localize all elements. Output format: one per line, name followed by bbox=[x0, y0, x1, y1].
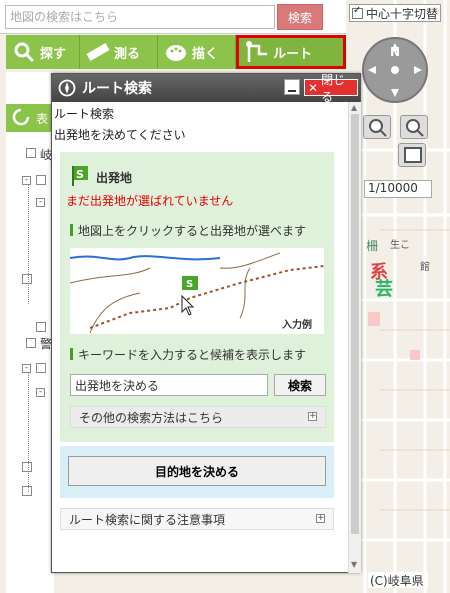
search-bar: 検索 bbox=[0, 0, 346, 34]
compass-icon bbox=[362, 37, 428, 103]
zoom-in-button[interactable] bbox=[363, 115, 391, 139]
section-marker bbox=[70, 224, 73, 236]
example-map: S 入力例 bbox=[70, 248, 324, 334]
tool-route[interactable]: ルート bbox=[236, 35, 346, 69]
layer-checkbox[interactable] bbox=[22, 462, 32, 472]
tree-line bbox=[28, 372, 29, 492]
center-cross-checkbox[interactable] bbox=[352, 5, 363, 19]
start-keyword-input[interactable] bbox=[70, 374, 268, 396]
start-warning: まだ出発地が選ばれていません bbox=[66, 194, 234, 208]
route-search-dialog: ルート検索 ✕ 閉じる ルート検索 出発地を決めてください S 出発地 まだ出発… bbox=[51, 73, 361, 573]
tool-search-label: 探す bbox=[40, 46, 67, 62]
route-notes-label: ルート検索に関する注意事項 bbox=[69, 512, 226, 527]
expand-icon: + bbox=[308, 411, 317, 421]
tool-route-label: ルート bbox=[273, 46, 313, 62]
close-icon: ✕ bbox=[308, 80, 319, 95]
zoom-out-icon bbox=[406, 119, 424, 137]
layer-checkbox[interactable] bbox=[26, 338, 36, 348]
example-label: 入力例 bbox=[282, 320, 312, 331]
zoom-in-icon bbox=[369, 119, 387, 137]
choose-destination-button[interactable]: 目的地を決める bbox=[68, 456, 326, 486]
compass-north-label: N bbox=[390, 45, 401, 59]
zoom-reset-icon bbox=[404, 147, 422, 163]
scroll-up-icon[interactable]: ▲ bbox=[351, 103, 357, 112]
collapse-icon[interactable]: - bbox=[36, 198, 45, 207]
sidebar-header-label: 表 bbox=[36, 112, 49, 126]
tool-measure[interactable]: 測る bbox=[80, 35, 158, 69]
other-search-methods[interactable]: その他の検索方法はこちら + bbox=[70, 406, 326, 428]
layer-checkbox[interactable] bbox=[36, 175, 46, 185]
svg-text:S: S bbox=[186, 279, 193, 290]
route-notes[interactable]: ルート検索に関する注意事項 + bbox=[60, 508, 334, 530]
svg-text:生こ: 生こ bbox=[390, 238, 410, 251]
layer-checkbox[interactable] bbox=[36, 322, 46, 332]
layer-checkbox[interactable] bbox=[36, 363, 46, 373]
palette-icon bbox=[166, 45, 186, 61]
tool-search[interactable]: 探す bbox=[6, 35, 80, 69]
dialog-instruction: 出発地を決めてください bbox=[54, 128, 186, 142]
close-button[interactable]: ✕ 閉じる bbox=[304, 73, 358, 104]
zoom-reset-button[interactable] bbox=[398, 143, 426, 167]
scale-display: 1/10000 bbox=[364, 180, 432, 198]
tool-measure-label: 測る bbox=[114, 46, 141, 62]
start-title: 出発地 bbox=[96, 171, 133, 185]
section-marker bbox=[70, 348, 73, 360]
svg-text:S: S bbox=[76, 168, 84, 181]
dialog-title: ルート検索 bbox=[82, 81, 152, 97]
magnifier-icon[interactable] bbox=[14, 556, 32, 574]
dialog-scrollbar[interactable]: ▲ ▼ bbox=[348, 102, 361, 573]
magnifier-icon bbox=[14, 42, 35, 63]
svg-text:芸: 芸 bbox=[375, 278, 393, 300]
scroll-thumb[interactable] bbox=[351, 114, 359, 534]
expand-icon: + bbox=[316, 513, 325, 523]
start-section: S 出発地 まだ出発地が選ばれていません 地図上をクリックすると出発地が選べます… bbox=[60, 152, 334, 442]
dialog-heading: ルート検索 bbox=[54, 107, 115, 121]
minimize-button[interactable] bbox=[284, 79, 300, 95]
collapse-icon[interactable]: - bbox=[36, 388, 45, 397]
zoom-out-button[interactable] bbox=[400, 115, 428, 139]
search-input[interactable] bbox=[5, 5, 275, 29]
compass-small-icon bbox=[58, 79, 76, 97]
collapse-icon[interactable]: - bbox=[22, 364, 31, 373]
scroll-down-icon[interactable]: ▼ bbox=[351, 560, 357, 569]
tree-line bbox=[28, 184, 29, 304]
keyword-hint-label: キーワードを入力すると候補を表示します bbox=[78, 348, 307, 362]
refresh-icon bbox=[12, 108, 30, 126]
ruler-icon bbox=[86, 43, 110, 61]
close-label: 閉じる bbox=[321, 72, 346, 104]
layer-checkbox[interactable] bbox=[22, 486, 32, 496]
route-icon bbox=[246, 41, 267, 62]
sidebar-header[interactable]: 表 bbox=[6, 104, 54, 132]
sidebar: 表 岐 - - 警 - - bbox=[6, 72, 54, 593]
magnifier-icon[interactable] bbox=[14, 524, 32, 542]
center-cross-label: 中心十字切替 bbox=[366, 6, 439, 21]
copyright-text: (C)岐阜県 bbox=[368, 572, 428, 588]
tool-draw[interactable]: 描く bbox=[158, 35, 236, 69]
map-hint-label: 地図上をクリックすると出発地が選べます bbox=[78, 224, 307, 238]
layer-checkbox[interactable] bbox=[22, 274, 32, 284]
dialog-body: ルート検索 出発地を決めてください S 出発地 まだ出発地が選ばれていません 地… bbox=[52, 102, 348, 573]
destination-section: 目的地を決める bbox=[60, 446, 334, 498]
layer-checkbox[interactable] bbox=[26, 148, 36, 158]
center-cross-toggle[interactable]: 中心十字切替 bbox=[349, 4, 441, 22]
compass[interactable]: N bbox=[360, 25, 430, 111]
start-search-button[interactable]: 検索 bbox=[274, 374, 326, 396]
tool-draw-label: 描く bbox=[192, 46, 219, 62]
svg-text:柵: 柵 bbox=[366, 239, 378, 253]
main-toolbar: 探す 測る 描く ルート bbox=[6, 35, 346, 69]
other-search-label: その他の検索方法はこちら bbox=[79, 410, 224, 425]
collapse-icon[interactable]: - bbox=[22, 176, 31, 185]
svg-text:館: 館 bbox=[420, 260, 430, 273]
search-button[interactable]: 検索 bbox=[277, 4, 323, 30]
start-flag-icon: S bbox=[72, 166, 88, 186]
